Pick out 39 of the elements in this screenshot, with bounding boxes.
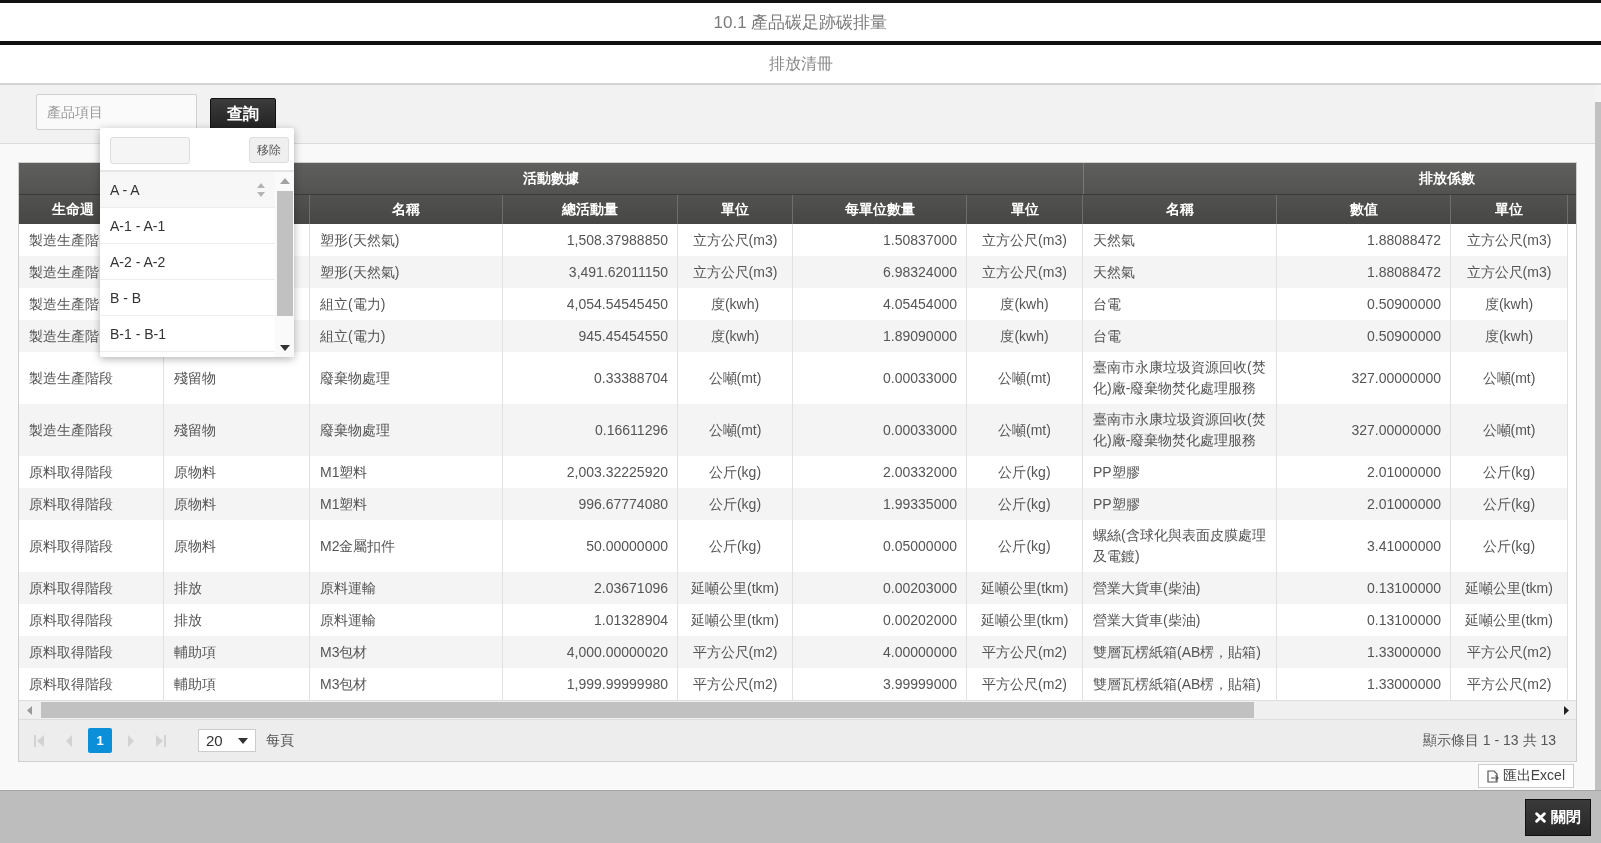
page-title: 10.1 產品碳足跡碳排量 (713, 11, 888, 34)
scrollbar-thumb[interactable] (276, 191, 293, 316)
export-button[interactable]: 匯出Excel (1477, 764, 1574, 788)
dropdown-option[interactable]: A-1 - A-1 (100, 208, 275, 244)
dropdown-search-field[interactable] (110, 137, 190, 164)
page-button[interactable]: 1 (88, 728, 112, 753)
section-title: 排放清冊 (768, 53, 833, 74)
close-button[interactable]: 關閉 (1525, 798, 1591, 836)
column-header[interactable]: 單位 (1010, 200, 1039, 219)
query-button[interactable]: 查詢 (210, 98, 276, 130)
export-icon (1486, 769, 1499, 783)
up-arrow-icon[interactable] (279, 178, 290, 184)
column-header[interactable]: 數值 (1349, 200, 1378, 219)
per-page-label: 每頁 (266, 731, 294, 750)
dropdown-option[interactable]: A-2 - A-2 (100, 244, 275, 280)
column-group-header: 活動數據 (523, 169, 579, 188)
close-icon (1535, 811, 1546, 823)
dropdown-option[interactable]: A - A (100, 172, 275, 208)
dropdown-option[interactable]: B-1 - B-1 (100, 316, 275, 352)
right-arrow-icon[interactable] (1563, 705, 1569, 715)
caret-icon (238, 737, 248, 744)
page-scrollbar-thumb[interactable] (1595, 102, 1601, 790)
left-arrow-icon[interactable] (26, 705, 32, 715)
column-header[interactable]: 總活動量 (562, 200, 618, 219)
column-header[interactable]: 單位 (721, 200, 749, 219)
page-size-select[interactable]: 20 (198, 729, 256, 752)
up-down-arrows-icon (257, 182, 265, 197)
column-header[interactable]: 生命週 (52, 200, 94, 219)
column-header[interactable]: 單位 (1495, 200, 1523, 219)
down-arrow-icon[interactable] (279, 345, 290, 351)
scrollbar-thumb[interactable] (41, 702, 1254, 718)
remove-button[interactable]: 移除 (249, 137, 289, 163)
column-header[interactable]: 每單位數量 (844, 200, 915, 219)
column-header[interactable]: 名稱 (392, 200, 420, 219)
column-group-header: 排放係數 (1418, 169, 1475, 188)
item-count-summary: 顯示條目 1 - 13 共 13 (1422, 731, 1556, 750)
product-field[interactable]: 產品項目 (36, 94, 197, 130)
dropdown-option[interactable]: B - B (100, 280, 275, 316)
column-header[interactable]: 名稱 (1165, 200, 1194, 219)
